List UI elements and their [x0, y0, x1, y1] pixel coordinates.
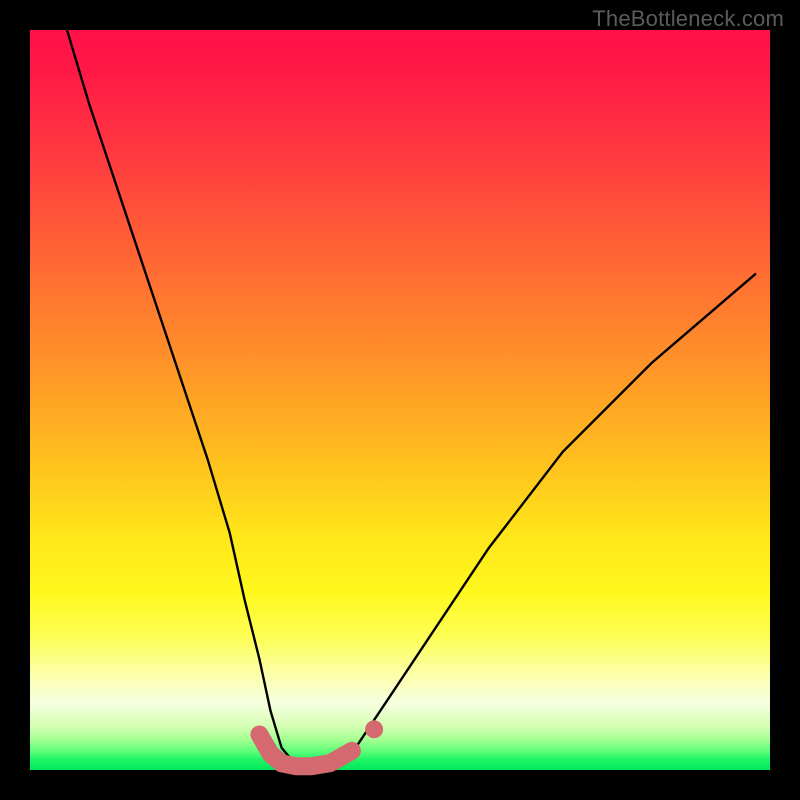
outer-frame: TheBottleneck.com [0, 0, 800, 800]
watermark-text: TheBottleneck.com [592, 6, 784, 32]
bottleneck-curve-path [67, 30, 755, 768]
highlight-band-path [259, 735, 352, 767]
highlight-dot [365, 720, 383, 738]
chart-plot-area [30, 30, 770, 770]
chart-svg [30, 30, 770, 770]
